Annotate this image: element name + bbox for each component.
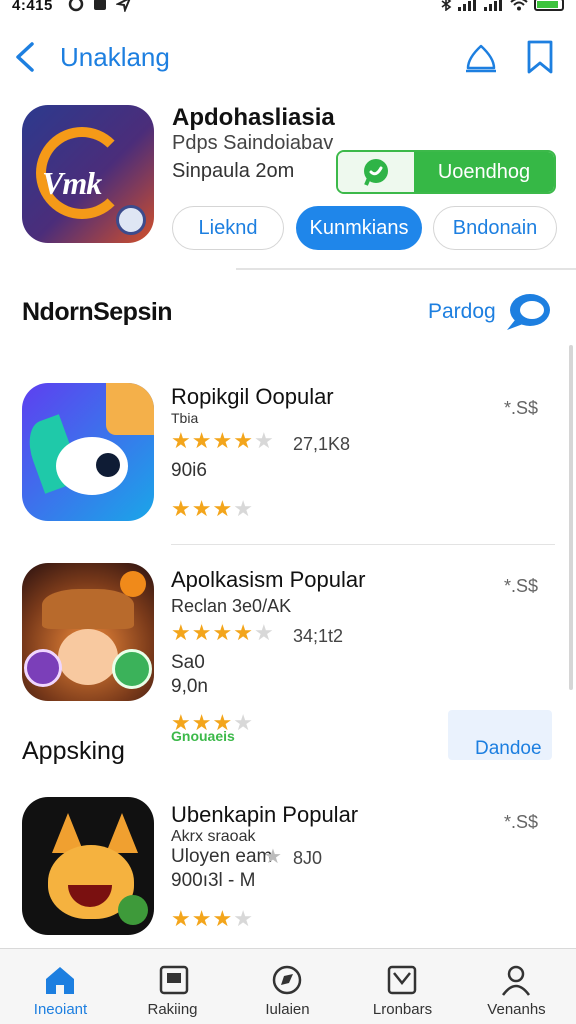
hero-app-title: Apdohasliasia	[172, 104, 335, 131]
app-price-2[interactable]: *.S$	[504, 576, 538, 597]
app-extra-1: 90i6	[171, 460, 207, 481]
rating-count-1: 27,1K8	[293, 434, 351, 454]
appsking-label: Appsking	[22, 737, 125, 765]
star-small-3: ★	[264, 846, 282, 868]
battery-icon	[534, 0, 564, 11]
status-right-icons	[440, 0, 564, 11]
tab-inbox[interactable]: Lronbars	[345, 949, 460, 1024]
star-rating-1b: ★ ★ ★ ★	[171, 496, 253, 521]
pill-button-2[interactable]: Kunmkians	[296, 206, 422, 250]
bookmark-icon[interactable]	[522, 38, 558, 76]
icon-1-pupil	[96, 453, 120, 477]
pill-button-1[interactable]: Lieknd	[172, 206, 284, 250]
app-title-3[interactable]: Ubenkapin Popular	[171, 802, 358, 828]
chat-bubble-icon[interactable]	[503, 292, 551, 332]
tab-label-inbox: Lronbars	[372, 1001, 433, 1018]
sync-icon	[68, 0, 84, 12]
hero-icon-badge	[116, 205, 146, 235]
bluetooth-icon	[441, 0, 452, 11]
location-icon	[116, 0, 131, 12]
wifi-icon	[510, 0, 528, 11]
app-price-3[interactable]: *.S$	[504, 812, 538, 833]
app-icon-2[interactable]	[22, 563, 154, 701]
section-title: NdornSepsin	[22, 298, 173, 326]
rating-count-2: 34;1t2	[293, 626, 344, 646]
signal-icon	[458, 0, 476, 11]
status-time: 4:415	[12, 0, 53, 14]
app-price-1[interactable]: *.S$	[504, 398, 538, 419]
app-icon-1[interactable]	[22, 383, 154, 521]
home-icon	[46, 967, 74, 994]
icon-2-hat	[42, 589, 134, 629]
install-button[interactable]: Uoendhog	[336, 150, 556, 194]
signal-2-icon	[484, 0, 502, 11]
hero-divider	[236, 268, 576, 270]
tab-profile[interactable]: Venanhs	[459, 949, 574, 1024]
share-icon[interactable]	[462, 38, 500, 76]
back-chevron-icon[interactable]	[10, 40, 40, 74]
pill-button-3[interactable]: Bndonain	[433, 206, 557, 250]
app-title-2[interactable]: Apolkasism Popular	[171, 567, 365, 593]
app-icon-3[interactable]	[22, 797, 154, 935]
app-line2-3: Uloyen eam	[171, 846, 273, 867]
icon-3-badge	[118, 895, 148, 925]
inbox-icon	[387, 965, 417, 995]
tab-label-home: Ineoiant	[33, 1001, 88, 1018]
row-divider-1	[171, 544, 555, 545]
play-icon	[120, 571, 146, 597]
tab-label-ranking: Rakiing	[147, 1001, 198, 1018]
icon-2-badge-right	[112, 649, 152, 689]
install-button-icon-box	[338, 152, 414, 192]
status-bar: 4:415	[0, 0, 576, 16]
hero-icon-logo-text: Vmk	[42, 165, 102, 201]
app-sub-2: Reclan 3e0/AK	[171, 596, 292, 616]
tab-home[interactable]: Ineoiant	[3, 949, 118, 1024]
star-rating-3: ★ ★ ★ ★	[171, 906, 253, 931]
tab-ranking[interactable]: Rakiing	[115, 949, 230, 1024]
star-rating-2: ★ ★ ★ ★ ★	[171, 620, 274, 645]
rating-count-3: 8J0	[293, 848, 323, 868]
notification-icon	[94, 0, 106, 10]
tab-bar: Ineoiant Rakiing Iulaien Lronbars Venanh…	[0, 948, 576, 1024]
nav-bar: Unaklang	[0, 30, 576, 84]
hero-app-subtitle: Pdps Saindoiabav	[172, 132, 334, 154]
whatsapp-icon	[364, 159, 388, 186]
app-extra-2: Sa0	[171, 652, 205, 673]
nav-title: Unaklang	[60, 42, 170, 72]
star-rating-1: ★ ★ ★ ★ ★	[171, 428, 274, 453]
profile-icon	[501, 965, 531, 996]
hero-app-icon[interactable]: Vmk	[22, 105, 154, 243]
ranking-icon	[159, 965, 189, 995]
install-button-label: Uoendhog	[414, 152, 554, 192]
download-count-label: Gnouaeis	[171, 728, 235, 744]
app-extra-2b: 9,0n	[171, 676, 208, 697]
app-sub-1: Tbia	[171, 410, 199, 426]
tab-label-explore: Iulaien	[265, 1001, 310, 1018]
section-link[interactable]: Pardog	[428, 300, 496, 324]
app-extra-3: 900ı3l - Μ	[171, 870, 256, 891]
scrollbar[interactable]	[569, 345, 573, 690]
dandoe-button-label[interactable]: Dandoe	[475, 738, 542, 760]
explore-icon	[272, 965, 302, 995]
icon-2-face	[58, 629, 118, 685]
app-title-1[interactable]: Ropikgil Oopular	[171, 384, 334, 410]
icon-3-ear-right	[106, 813, 138, 853]
status-left-icons	[68, 0, 132, 12]
tab-explore[interactable]: Iulaien	[230, 949, 345, 1024]
icon-2-badge-left	[24, 649, 62, 687]
hero-app-meta: Sinpaula 2om	[172, 160, 295, 182]
icon-1-character	[106, 383, 154, 435]
tab-label-profile: Venanhs	[487, 1001, 546, 1018]
app-sub-3: Akrx sraoak	[171, 828, 256, 845]
